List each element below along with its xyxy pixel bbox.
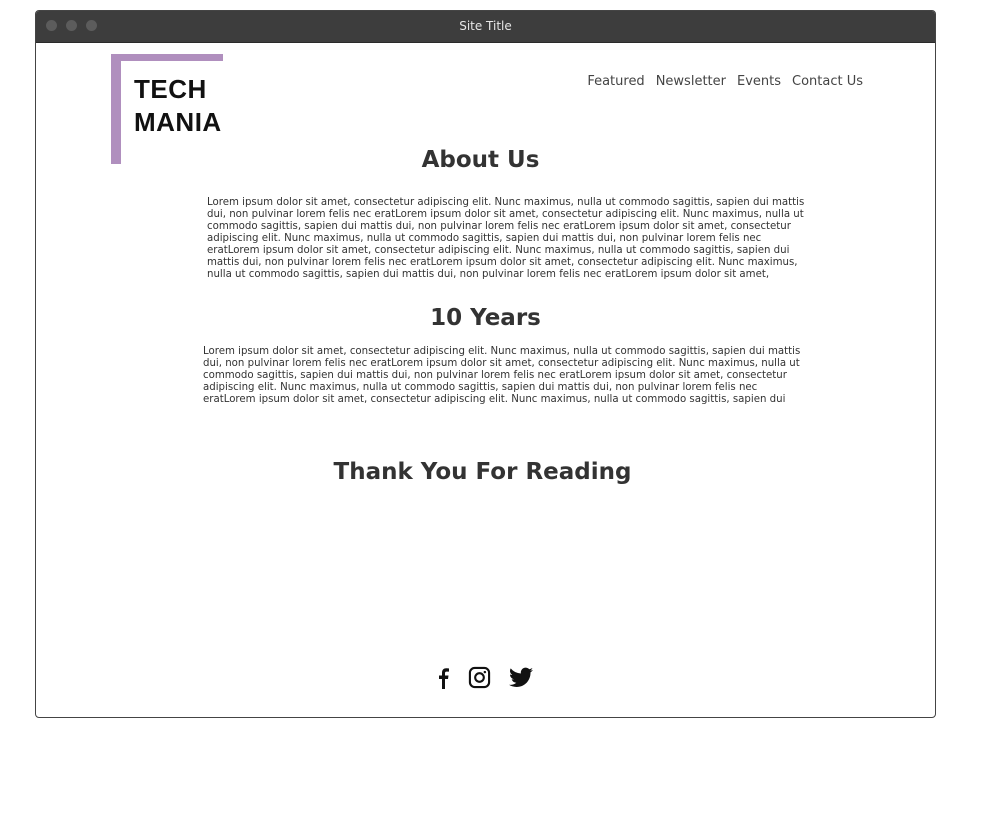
years-line: eratLorem ipsum dolor sit amet, consecte… [203,394,786,405]
about-paragraph: Lorem ipsum dolor sit amet, consectetur … [207,197,807,281]
nav-newsletter[interactable]: Newsletter [656,74,726,89]
main-nav: Featured Newsletter Events Contact Us [587,74,863,89]
instagram-icon[interactable] [468,666,491,694]
browser-window: Site Title TECH MANIA Featured Newslette… [35,10,936,718]
nav-contact-us[interactable]: Contact Us [792,74,863,89]
about-line: mattis dui, non pulvinar lorem felis nec… [207,257,798,268]
closing-heading: Thank You For Reading [333,459,632,485]
about-line: adipiscing elit. Nunc maximus, nulla ut … [207,233,762,244]
logo-accent-top [111,54,223,61]
about-line: Lorem ipsum dolor sit amet, consectetur … [207,197,805,208]
about-heading: About Us [421,147,540,173]
years-line: adipiscing elit. Nunc maximus, nulla ut … [203,382,758,393]
years-line: commodo sagittis, sapien dui mattis dui,… [203,370,787,381]
twitter-icon[interactable] [509,667,533,693]
about-line: commodo sagittis, sapien dui mattis dui,… [207,221,791,232]
nav-events[interactable]: Events [737,74,781,89]
nav-featured[interactable]: Featured [587,74,644,89]
about-line: nulla ut commodo sagittis, sapien dui ma… [207,269,770,280]
window-title: Site Title [459,19,512,33]
logo-word-1: TECH [134,74,207,104]
logo-word-2: MANIA [134,107,222,137]
facebook-icon[interactable] [436,667,450,694]
years-paragraph: Lorem ipsum dolor sit amet, consectetur … [203,346,803,406]
years-line: Lorem ipsum dolor sit amet, consectetur … [203,346,801,357]
about-line: eratLorem ipsum dolor sit amet, consecte… [207,245,790,256]
about-line: dui, non pulvinar lorem felis nec eratLo… [207,209,804,220]
years-line: dui, non pulvinar lorem felis nec eratLo… [203,358,800,369]
title-bar: Site Title [36,11,935,43]
years-heading: 10 Years [430,305,541,331]
